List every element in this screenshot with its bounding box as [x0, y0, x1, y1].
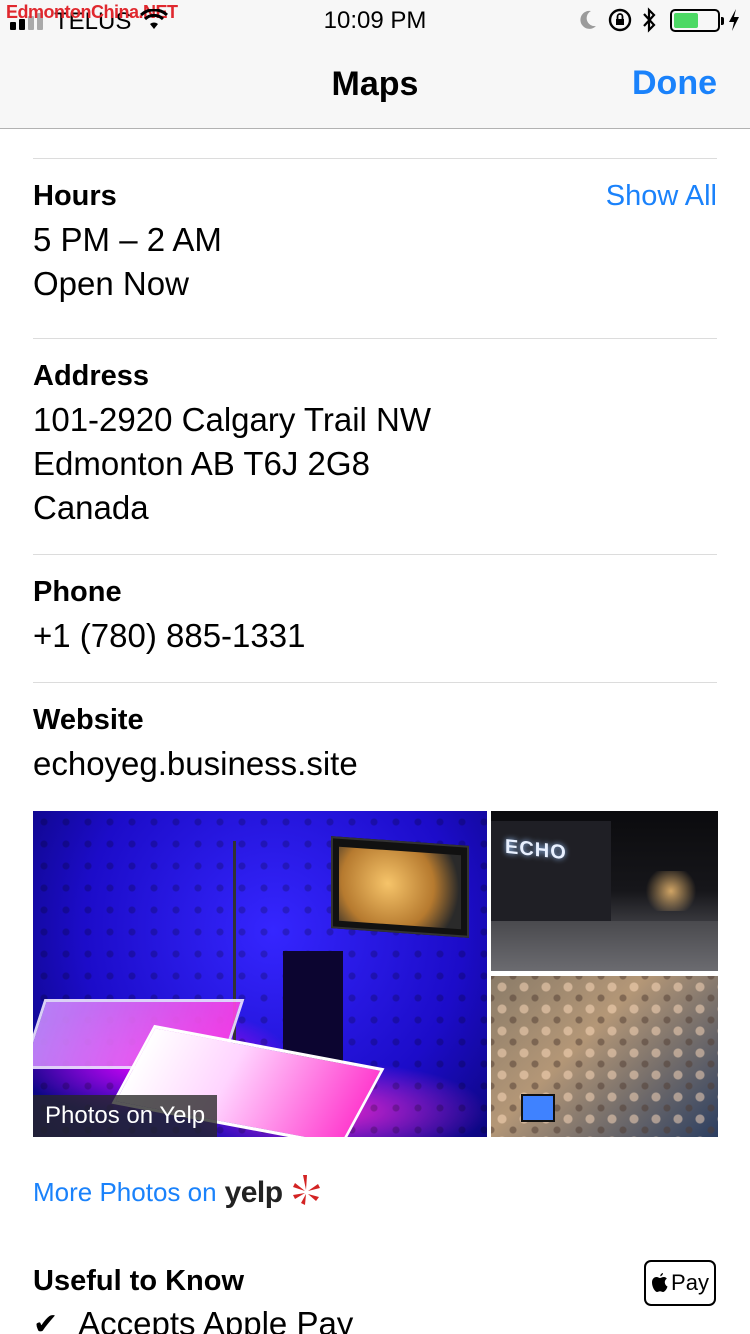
checkmark-icon: ✔ [33, 1307, 59, 1334]
battery-fill [674, 13, 699, 28]
apple-icon [652, 1273, 668, 1292]
divider [33, 682, 717, 683]
useful-to-know-heading: Useful to Know [33, 1265, 245, 1297]
accepts-apple-pay-label: Accepts Apple Pay [78, 1305, 354, 1334]
apple-pay-badge: Pay [644, 1260, 716, 1306]
address-label: Address [33, 360, 150, 392]
status-bar: TELUS EdmontonChina.NET 10:09 PM [0, 0, 750, 40]
photo-gallery: Photos on Yelp ECHO [33, 811, 718, 1137]
bluetooth-icon [641, 7, 657, 38]
tv-screen [331, 836, 469, 938]
photo-karaoke-room[interactable]: Photos on Yelp [33, 811, 487, 1137]
useful-item: ✔ Accepts Apple Pay [33, 1305, 353, 1334]
rotation-lock-icon [608, 8, 632, 37]
photos-on-yelp-badge: Photos on Yelp [33, 1095, 218, 1137]
hours-label: Hours [33, 180, 117, 212]
photo-storefront-night[interactable]: ECHO [491, 811, 718, 971]
hours-range: 5 PM – 2 AM [33, 221, 222, 258]
apple-pay-label: Pay [671, 1270, 709, 1295]
done-button[interactable]: Done [632, 64, 717, 103]
address-line2[interactable]: Edmonton AB T6J 2G8 [33, 442, 370, 486]
photo-interior-wall[interactable] [491, 976, 718, 1137]
website-label: Website [33, 704, 144, 736]
phone-label: Phone [33, 576, 122, 608]
yelp-logo: yelp [224, 1175, 284, 1209]
website-link[interactable]: echoyeg.business.site [33, 742, 358, 786]
moon-icon [578, 9, 598, 36]
phone-number[interactable]: +1 (780) 885-1331 [33, 614, 305, 658]
more-photos-link[interactable]: More Photos on yelp [33, 1173, 321, 1212]
divider [33, 338, 717, 339]
address-line3[interactable]: Canada [33, 486, 149, 530]
yelp-burst-icon [291, 1173, 321, 1212]
navigation-bar: Maps Done [0, 40, 750, 129]
open-status: Open Now [33, 265, 189, 302]
divider [33, 158, 717, 159]
charging-icon [728, 8, 740, 37]
battery-icon [670, 9, 724, 32]
clock: 10:09 PM [323, 7, 427, 34]
show-all-hours-button[interactable]: Show All [606, 180, 717, 213]
address-line1[interactable]: 101-2920 Calgary Trail NW [33, 398, 431, 442]
divider [33, 554, 717, 555]
more-photos-label: More Photos on [33, 1177, 217, 1207]
